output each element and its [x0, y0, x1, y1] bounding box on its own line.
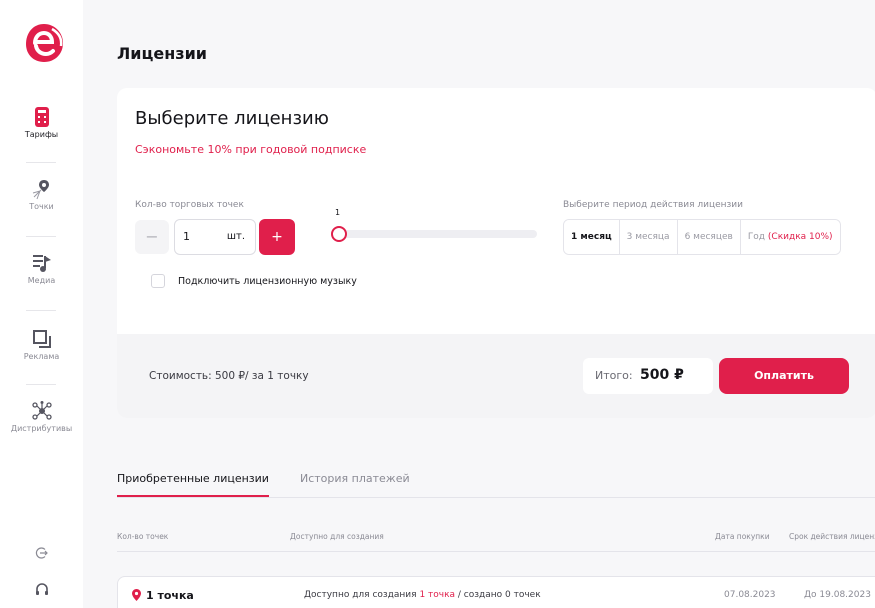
music-label: Подключить лицензионную музыку: [178, 275, 357, 287]
total-box: Итого: 500 ₽: [583, 358, 713, 394]
column-header: Дата покупки: [715, 532, 770, 541]
sidebar-divider: [26, 162, 56, 163]
calculator-icon: [34, 107, 49, 127]
sidebar-item-media[interactable]: Медиа: [0, 252, 83, 285]
pay-button[interactable]: Оплатить: [719, 358, 849, 394]
row-availability: Доступно для создания 1 точка / создано …: [304, 590, 541, 600]
period-option-6-months[interactable]: 6 месяцев: [676, 220, 740, 254]
sidebar-item-ads[interactable]: Реклама: [0, 328, 83, 361]
valid-until: До 19.08.2023: [804, 590, 871, 600]
quantity-unit: шт.: [226, 231, 245, 242]
music-checkbox[interactable]: [151, 274, 165, 288]
period-selector: 1 месяц 3 месяца 6 месяцев Год (Скидка 1…: [563, 219, 841, 255]
sidebar-item-label: Точки: [29, 202, 54, 211]
sidebar-item-label: Реклама: [23, 352, 60, 361]
total-value: 500 ₽: [640, 367, 684, 383]
logout-icon: [35, 547, 48, 559]
sidebar-divider: [26, 236, 56, 237]
discount-label: (Скидка 10%): [767, 232, 833, 242]
card-title: Выберите лицензию: [135, 108, 329, 129]
quantity-input[interactable]: 1 шт.: [174, 219, 256, 255]
cost-text: Стоимость: 500 ₽/ за 1 точку: [149, 370, 309, 382]
headset-icon: [35, 583, 48, 595]
increment-button[interactable]: +: [259, 219, 295, 255]
tabs: Приобретенные лицензии История платежей: [117, 466, 875, 498]
sidebar-item-label: Тарифы: [24, 130, 59, 139]
period-option-1-month[interactable]: 1 месяц: [564, 220, 619, 254]
period-option-3-months[interactable]: 3 месяца: [618, 220, 677, 254]
column-header: Срок действия лицензи: [789, 532, 875, 541]
decrement-button[interactable]: −: [135, 220, 169, 254]
slider-handle[interactable]: [331, 226, 347, 242]
logout-button[interactable]: [0, 545, 83, 564]
slider-value: 1: [335, 208, 341, 217]
tab-payment-history[interactable]: История платежей: [300, 472, 410, 485]
sidebar-item-points[interactable]: Точки: [0, 178, 83, 211]
music-option[interactable]: Подключить лицензионную музыку: [151, 274, 357, 288]
main-content: Лицензии Выберите лицензию Сэкономьте 10…: [83, 0, 875, 608]
map-pin-icon: [32, 180, 49, 200]
playlist-icon: [32, 255, 51, 272]
sidebar-item-label: Медиа: [27, 276, 56, 285]
sidebar-item-distributives[interactable]: Дистрибутивы: [0, 400, 83, 433]
network-icon: [31, 401, 52, 420]
sidebar-divider: [26, 384, 56, 385]
support-button[interactable]: [0, 582, 83, 602]
column-header: Доступно для создания: [290, 532, 384, 541]
tab-purchased-licenses[interactable]: Приобретенные лицензии: [117, 472, 269, 485]
availability-suffix: / создано 0 точек: [455, 590, 541, 600]
card-footer: Стоимость: 500 ₽/ за 1 точку Итого: 500 …: [117, 334, 875, 418]
sidebar-item-label: Дистрибутивы: [10, 424, 73, 433]
location-pin-icon: [132, 589, 141, 601]
period-label: Выберите период действия лицензии: [563, 200, 744, 210]
period-option-label: Год: [747, 232, 768, 242]
promo-text: Сэкономьте 10% при годовой подписке: [135, 143, 367, 156]
table-row[interactable]: 1 точка Доступно для создания 1 точка / …: [117, 576, 875, 608]
row-title: 1 точка: [146, 589, 194, 602]
purchase-date: 07.08.2023: [724, 590, 776, 600]
page-title: Лицензии: [117, 44, 207, 63]
column-header: Кол-во точек: [117, 532, 169, 541]
availability-prefix: Доступно для создания: [304, 590, 420, 600]
total-label: Итого:: [595, 369, 633, 382]
availability-count: 1 точка: [419, 590, 456, 600]
ads-icon: [32, 330, 51, 348]
sidebar: Тарифы Точки Медиа Реклама Дистрибутивы: [0, 0, 83, 608]
license-card: Выберите лицензию Сэкономьте 10% при год…: [117, 88, 875, 418]
active-tab-indicator: [117, 495, 269, 497]
app-logo[interactable]: [24, 22, 64, 64]
sidebar-item-tariffs[interactable]: Тарифы: [0, 106, 83, 139]
quantity-label: Кол-во торговых точек: [135, 200, 244, 210]
period-option-year[interactable]: Год (Скидка 10%): [739, 220, 840, 254]
table-header: Кол-во точек Доступно для создания Дата …: [117, 530, 875, 552]
sidebar-divider: [26, 310, 56, 311]
quantity-value: 1: [183, 230, 190, 243]
quantity-slider[interactable]: [331, 230, 537, 238]
